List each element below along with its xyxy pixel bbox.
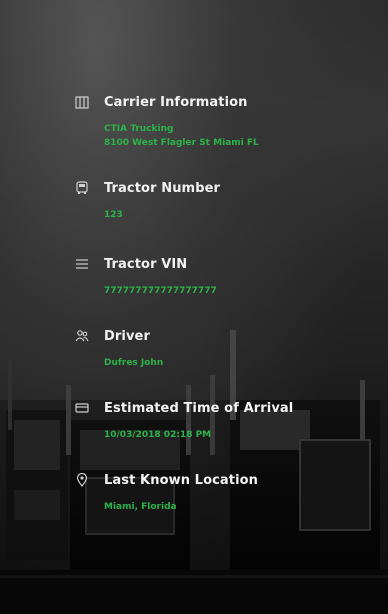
location-value: Miami, Florida (104, 502, 177, 512)
eta-section: Estimated Time of Arrival 10/03/2018 02:… (74, 400, 368, 442)
driver-title: Driver (104, 328, 150, 344)
tractor-vin-value: 777777777777777777 (104, 286, 217, 296)
tractor-vin-section: Tractor VIN 777777777777777777 (74, 256, 368, 298)
tractor-number-section: Tractor Number 123 (74, 180, 368, 222)
carrier-address: 8100 West Flagler St Miami FL (104, 138, 259, 148)
tractor-number-title: Tractor Number (104, 180, 221, 196)
eta-value: 10/03/2018 02:18 PM (104, 430, 212, 440)
tractor-number-value: 123 (104, 210, 123, 220)
dark-overlay (0, 0, 388, 614)
carrier-section: Carrier Information CTIA Trucking 8100 W… (74, 94, 368, 150)
carrier-name: CTIA Trucking (104, 124, 174, 134)
carrier-title: Carrier Information (104, 94, 248, 110)
truck-front-icon (74, 180, 90, 196)
truck-icon (74, 400, 90, 416)
location-pin-icon (74, 472, 90, 488)
eta-title: Estimated Time of Arrival (104, 400, 294, 416)
tractor-vin-title: Tractor VIN (104, 256, 188, 272)
tracking-details-screen: Carrier Information CTIA Trucking 8100 W… (0, 0, 388, 614)
location-section: Last Known Location Miami, Florida (74, 472, 368, 514)
location-title: Last Known Location (104, 472, 259, 488)
building-icon (74, 94, 90, 110)
people-icon (74, 328, 90, 344)
driver-value: Dufres John (104, 358, 164, 368)
list-icon (74, 256, 90, 272)
driver-section: Driver Dufres John (74, 328, 368, 370)
